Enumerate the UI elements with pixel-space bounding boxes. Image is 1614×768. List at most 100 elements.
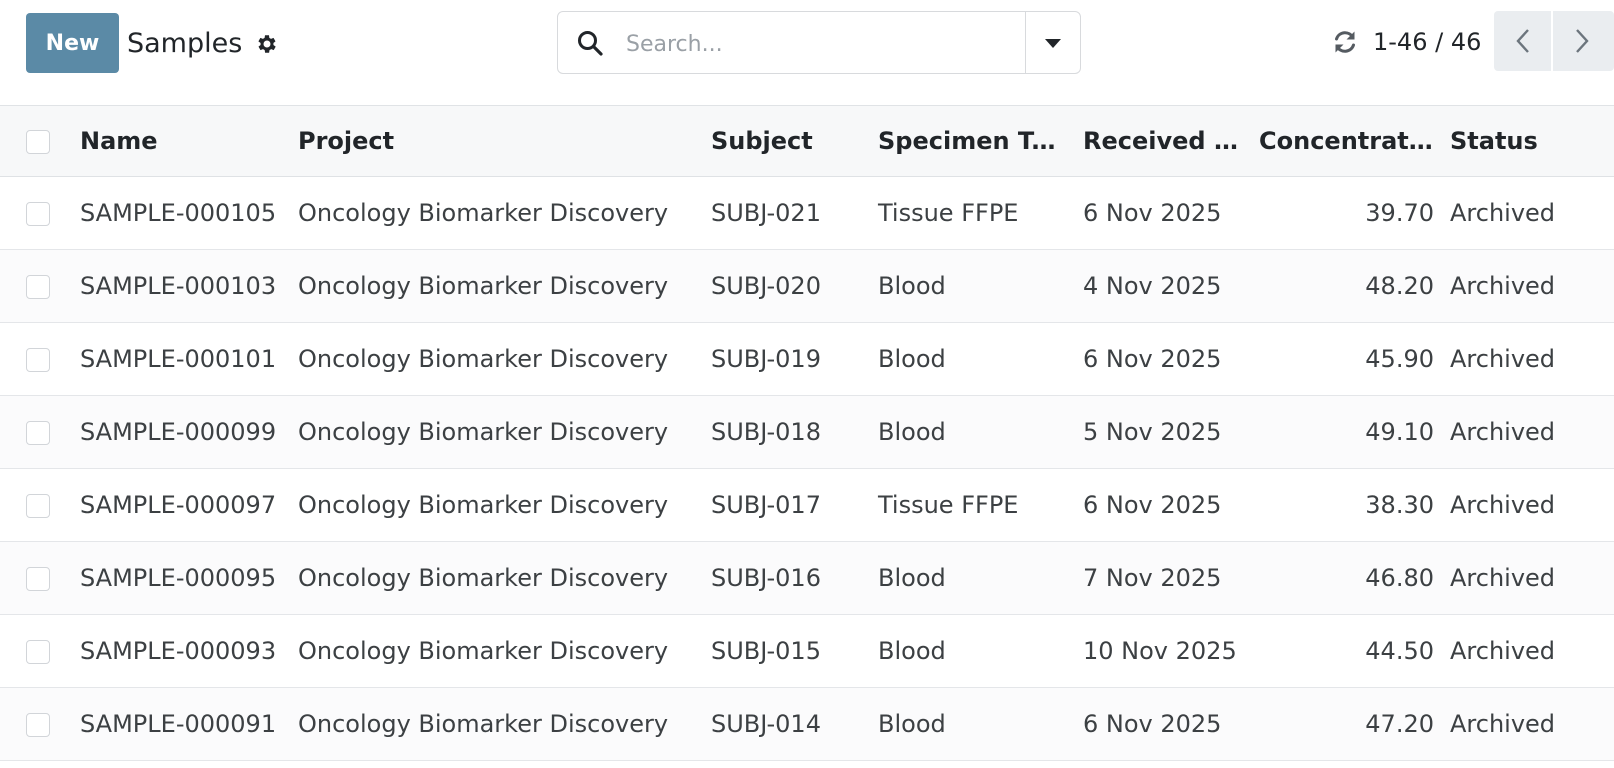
column-header-received-date[interactable]: Received D... [1075,106,1251,176]
cell-status: Archived [1450,344,1556,373]
table-row[interactable]: SAMPLE-000093 Oncology Biomarker Discover… [0,614,1614,687]
pager-previous-button[interactable] [1494,11,1551,71]
row-checkbox[interactable] [26,420,50,445]
cell-status: Archived [1450,490,1556,519]
cell-project: Oncology Biomarker Discovery [298,417,669,446]
table-row[interactable]: SAMPLE-000105 Oncology Biomarker Discover… [0,176,1614,249]
search-bar [557,11,1081,74]
cell-subject: SUBJ-021 [711,198,821,227]
row-checkbox[interactable] [26,639,50,664]
cell-name: SAMPLE-000099 [80,417,277,446]
column-header-name[interactable]: Name [72,106,290,176]
caret-down-icon [1045,39,1061,48]
row-select-cell [0,614,72,687]
refresh-icon[interactable] [1331,28,1359,56]
samples-list-table: Name Project Subject Specimen Type Recei… [0,106,1614,761]
cell-status: Archived [1450,563,1556,592]
cell-subject: SUBJ-014 [711,709,821,738]
cell-concentration: 48.20 [1365,271,1434,300]
search-options-toggle[interactable] [1025,12,1080,73]
cell-project: Oncology Biomarker Discovery [298,490,669,519]
cell-name: SAMPLE-000105 [80,198,277,227]
table-row[interactable]: SAMPLE-000097 Oncology Biomarker Discover… [0,468,1614,541]
row-select-cell [0,176,72,249]
cell-specimen-type: Tissue FFPE [878,490,1019,519]
row-select-cell [0,541,72,614]
cell-status: Archived [1450,271,1556,300]
cell-status: Archived [1450,417,1556,446]
cell-specimen-type: Blood [878,344,946,373]
control-panel: New Samples 1-46 / 46 [0,0,1614,106]
cell-name: SAMPLE-000095 [80,563,277,592]
cell-received-date: 4 Nov 2025 [1083,271,1222,300]
cell-concentration: 45.90 [1365,344,1434,373]
cell-name: SAMPLE-000091 [80,709,277,738]
row-select-cell [0,322,72,395]
cell-received-date: 6 Nov 2025 [1083,490,1222,519]
cell-received-date: 6 Nov 2025 [1083,709,1222,738]
cell-project: Oncology Biomarker Discovery [298,563,669,592]
cell-specimen-type: Blood [878,417,946,446]
cell-concentration: 49.10 [1365,417,1434,446]
new-button[interactable]: New [26,13,119,73]
row-select-cell [0,395,72,468]
chevron-left-icon [1516,29,1529,53]
table-row[interactable]: SAMPLE-000099 Oncology Biomarker Discover… [0,395,1614,468]
search-input[interactable] [624,24,978,64]
cell-specimen-type: Blood [878,636,946,665]
column-header-status[interactable]: Status [1442,106,1614,176]
column-header-specimen-type[interactable]: Specimen Type [870,106,1075,176]
cell-concentration: 46.80 [1365,563,1434,592]
cell-project: Oncology Biomarker Discovery [298,636,669,665]
row-checkbox[interactable] [26,712,50,737]
table-row[interactable]: SAMPLE-000101 Oncology Biomarker Discover… [0,322,1614,395]
cell-specimen-type: Blood [878,271,946,300]
column-header-concentration[interactable]: Concentrati... [1251,106,1442,176]
cell-received-date: 10 Nov 2025 [1083,636,1237,665]
cell-concentration: 38.30 [1365,490,1434,519]
cell-specimen-type: Blood [878,709,946,738]
column-header-subject[interactable]: Subject [703,106,870,176]
cell-status: Archived [1450,198,1556,227]
cell-status: Archived [1450,709,1556,738]
cell-name: SAMPLE-000101 [80,344,277,373]
search-icon [578,31,603,56]
cell-name: SAMPLE-000103 [80,271,277,300]
select-all-checkbox[interactable] [26,129,50,154]
cell-project: Oncology Biomarker Discovery [298,271,669,300]
pager-value[interactable]: 1-46 / 46 [1373,28,1481,56]
gear-icon[interactable] [255,32,279,56]
row-checkbox[interactable] [26,274,50,299]
table-header-row: Name Project Subject Specimen Type Recei… [0,106,1614,176]
row-checkbox[interactable] [26,493,50,518]
table-row[interactable]: SAMPLE-000095 Oncology Biomarker Discover… [0,541,1614,614]
cell-specimen-type: Tissue FFPE [878,198,1019,227]
cell-name: SAMPLE-000093 [80,636,277,665]
pager-next-button[interactable] [1553,11,1614,71]
cell-name: SAMPLE-000097 [80,490,277,519]
column-header-project[interactable]: Project [290,106,703,176]
table-row[interactable]: SAMPLE-000103 Oncology Biomarker Discover… [0,249,1614,322]
chevron-right-icon [1576,29,1589,53]
cell-project: Oncology Biomarker Discovery [298,198,669,227]
row-checkbox[interactable] [26,201,50,226]
cell-concentration: 47.20 [1365,709,1434,738]
cell-received-date: 5 Nov 2025 [1083,417,1222,446]
cell-received-date: 6 Nov 2025 [1083,198,1222,227]
table-row[interactable]: SAMPLE-000091 Oncology Biomarker Discover… [0,687,1614,760]
row-select-cell [0,249,72,322]
row-checkbox[interactable] [26,347,50,372]
row-checkbox[interactable] [26,566,50,591]
page-title: Samples [127,28,243,59]
cell-specimen-type: Blood [878,563,946,592]
select-all-cell [0,106,72,176]
cell-subject: SUBJ-017 [711,490,821,519]
cell-subject: SUBJ-020 [711,271,821,300]
row-select-cell [0,468,72,541]
cell-concentration: 44.50 [1365,636,1434,665]
cell-project: Oncology Biomarker Discovery [298,344,669,373]
cell-project: Oncology Biomarker Discovery [298,709,669,738]
cell-received-date: 6 Nov 2025 [1083,344,1222,373]
row-select-cell [0,687,72,760]
cell-concentration: 39.70 [1365,198,1434,227]
